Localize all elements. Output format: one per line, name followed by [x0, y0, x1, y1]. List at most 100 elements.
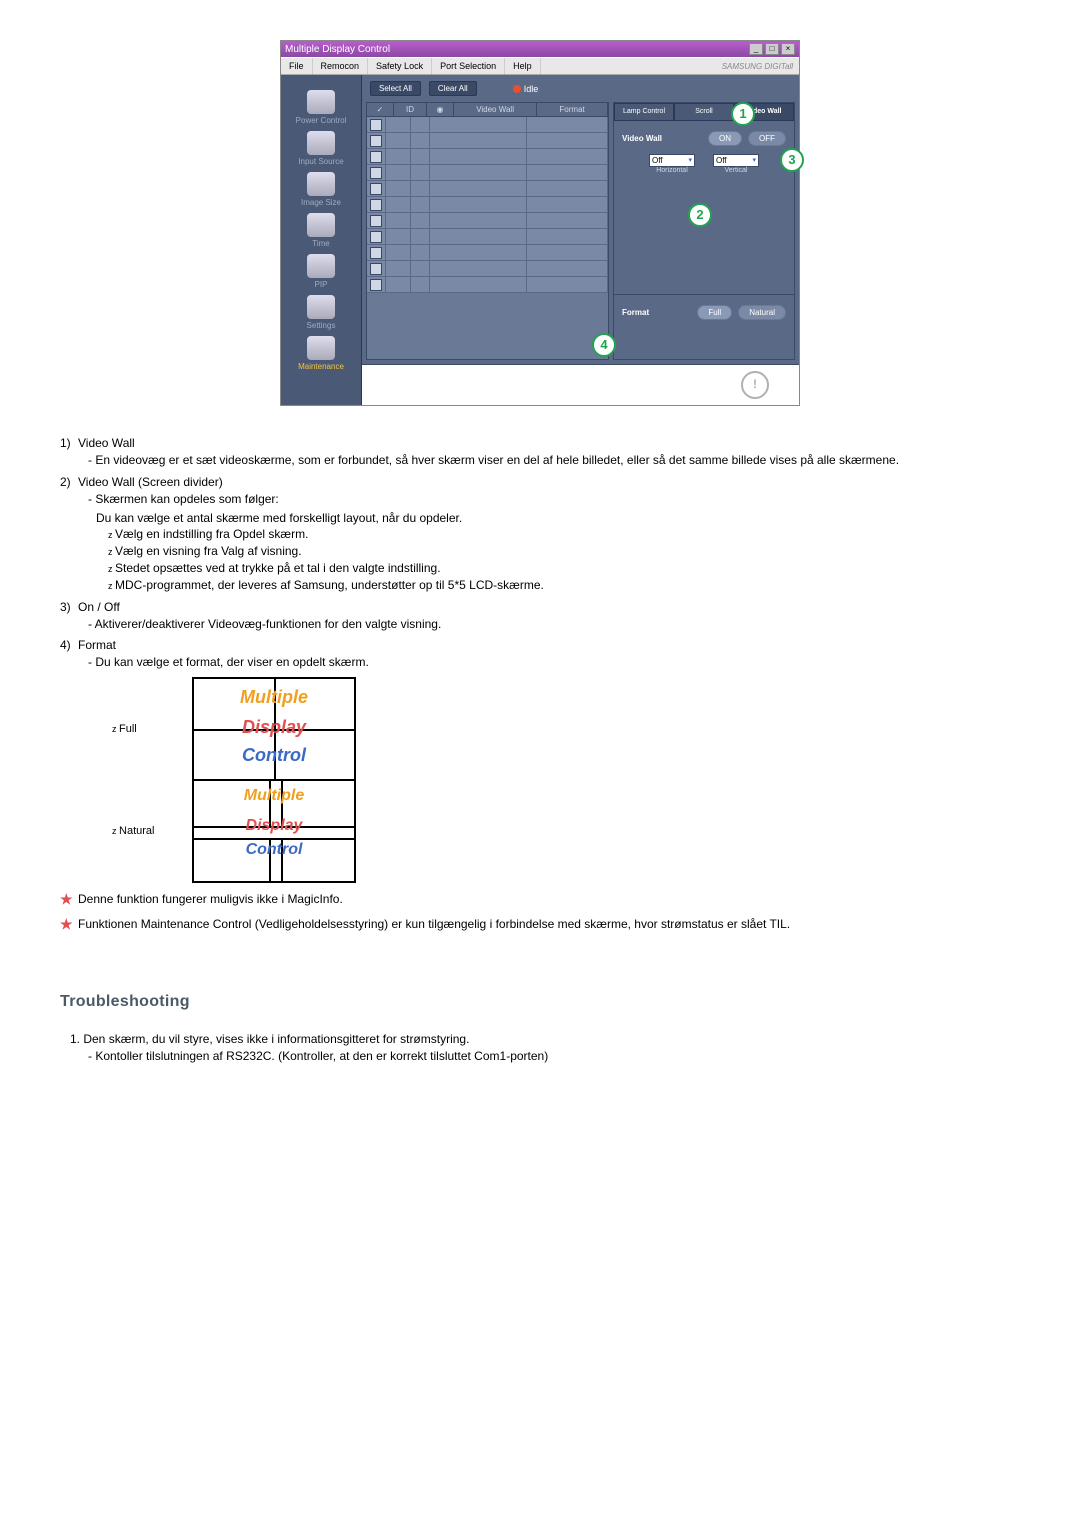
row-checkbox[interactable]	[370, 135, 382, 147]
row-checkbox[interactable]	[370, 263, 382, 275]
panel-tabs: Lamp Control Scroll Video Wall	[614, 103, 794, 121]
format-natural-label: Natural	[108, 780, 193, 882]
time-icon	[307, 213, 335, 237]
row-checkbox[interactable]	[370, 183, 382, 195]
item-2-z4: MDC-programmet, der leveres af Samsung, …	[108, 577, 1020, 594]
menubar: File Remocon Safety Lock Port Selection …	[281, 57, 799, 75]
minimize-icon[interactable]: _	[749, 43, 763, 55]
row-checkbox[interactable]	[370, 151, 382, 163]
col-checkbox[interactable]: ✓	[367, 103, 394, 116]
table-row[interactable]	[367, 165, 608, 181]
app-screenshot: Multiple Display Control _ □ × File Remo…	[280, 40, 800, 406]
item-3-title: On / Off	[78, 600, 120, 614]
star-icon: ★	[60, 916, 78, 933]
select-all-button[interactable]: Select All	[370, 81, 421, 96]
table-row[interactable]	[367, 229, 608, 245]
natural-button[interactable]: Natural	[738, 305, 786, 320]
status-bar: !	[362, 364, 799, 405]
row-checkbox[interactable]	[370, 199, 382, 211]
item-1-title: Video Wall	[78, 436, 135, 450]
format-label: Format	[622, 308, 649, 317]
item-2-title: Video Wall (Screen divider)	[78, 475, 223, 489]
menu-help[interactable]: Help	[505, 58, 541, 74]
col-id: ID	[394, 103, 427, 116]
horizontal-select[interactable]: Off	[649, 154, 695, 167]
clear-all-button[interactable]: Clear All	[429, 81, 477, 96]
tab-scroll[interactable]: Scroll	[674, 103, 734, 121]
maximize-icon[interactable]: □	[765, 43, 779, 55]
menus: File Remocon Safety Lock Port Selection …	[281, 58, 541, 74]
maintenance-icon	[307, 336, 335, 360]
item-2-z3: Stedet opsættes ved at trykke på et tal …	[108, 560, 1020, 577]
marker-1: 1	[731, 102, 755, 126]
table-row[interactable]	[367, 181, 608, 197]
vertical-select[interactable]: Off	[713, 154, 759, 167]
sidebar-item-power[interactable]: Power Control	[281, 90, 361, 125]
col-format: Format	[537, 103, 608, 116]
row-checkbox[interactable]	[370, 167, 382, 179]
table-row[interactable]	[367, 213, 608, 229]
info-icon[interactable]: !	[741, 371, 769, 399]
item-2-desc: - Skærmen kan opdeles som følger:	[88, 491, 1020, 508]
marker-3: 3	[780, 148, 804, 172]
table-row[interactable]	[367, 149, 608, 165]
menu-safety-lock[interactable]: Safety Lock	[368, 58, 432, 74]
item-1-desc: - En videovæg er et sæt videoskærme, som…	[88, 452, 1020, 469]
settings-icon	[307, 295, 335, 319]
menu-file[interactable]: File	[281, 58, 313, 74]
row-checkbox[interactable]	[370, 279, 382, 291]
item-2-z1: Vælg en indstilling fra Opdel skærm.	[108, 526, 1020, 543]
image-size-icon	[307, 172, 335, 196]
format-examples: Full Multiple Display Control Natural Mu…	[108, 677, 356, 883]
vertical-label: Vertical	[713, 167, 759, 174]
on-button[interactable]: ON	[708, 131, 742, 146]
documentation: 1)Video Wall - En videovæg er et sæt vid…	[60, 436, 1020, 1065]
window-title: Multiple Display Control	[285, 44, 390, 55]
ts-item-1-sub: - Kontoller tilslutningen af RS232C. (Ko…	[88, 1048, 1020, 1065]
tab-lamp-control[interactable]: Lamp Control	[614, 103, 674, 121]
sidebar-item-time[interactable]: Time	[281, 213, 361, 248]
settings-panel: Lamp Control Scroll Video Wall Video Wal…	[613, 102, 795, 360]
sidebar-item-image-size[interactable]: Image Size	[281, 172, 361, 207]
format-full-label: Full	[108, 678, 193, 780]
table-row[interactable]	[367, 133, 608, 149]
format-natural-image: Multiple Display Control	[194, 781, 354, 881]
display-grid: ✓ ID ◉ Video Wall Format	[366, 102, 609, 360]
table-row[interactable]	[367, 117, 608, 133]
full-button[interactable]: Full	[697, 305, 732, 320]
marker-4: 4	[592, 333, 616, 357]
item-3-desc: - Aktiverer/deaktiverer Videovæg-funktio…	[88, 616, 1020, 633]
menu-remocon[interactable]: Remocon	[313, 58, 369, 74]
main-area: Select All Clear All Idle ✓ ID ◉ Video W…	[362, 75, 799, 405]
sidebar-item-pip[interactable]: PIP	[281, 254, 361, 289]
item-2-desc2: Du kan vælge et antal skærme med forskel…	[96, 510, 1020, 527]
video-wall-label: Video Wall	[622, 134, 662, 143]
window-controls: _ □ ×	[749, 43, 795, 55]
col-signal: ◉	[427, 103, 454, 116]
menu-port-selection[interactable]: Port Selection	[432, 58, 505, 74]
format-full-image: Multiple Display Control	[194, 679, 354, 779]
item-2-z2: Vælg en visning fra Valg af visning.	[108, 543, 1020, 560]
input-icon	[307, 131, 335, 155]
ts-item-1: 1. Den skærm, du vil styre, vises ikke i…	[70, 1031, 1020, 1048]
app-window: Multiple Display Control _ □ × File Remo…	[280, 40, 800, 406]
row-checkbox[interactable]	[370, 247, 382, 259]
row-checkbox[interactable]	[370, 119, 382, 131]
off-button[interactable]: OFF	[748, 131, 786, 146]
sidebar-item-settings[interactable]: Settings	[281, 295, 361, 330]
power-icon	[307, 90, 335, 114]
item-4-title: Format	[78, 638, 116, 652]
table-row[interactable]	[367, 277, 608, 293]
table-row[interactable]	[367, 197, 608, 213]
table-row[interactable]	[367, 245, 608, 261]
sidebar-item-input[interactable]: Input Source	[281, 131, 361, 166]
row-checkbox[interactable]	[370, 215, 382, 227]
star-icon: ★	[60, 891, 78, 908]
titlebar: Multiple Display Control _ □ ×	[281, 41, 799, 57]
table-row[interactable]	[367, 261, 608, 277]
row-checkbox[interactable]	[370, 231, 382, 243]
col-video-wall: Video Wall	[454, 103, 537, 116]
close-icon[interactable]: ×	[781, 43, 795, 55]
app-body: Power Control Input Source Image Size Ti…	[281, 75, 799, 405]
sidebar-item-maintenance[interactable]: Maintenance	[281, 336, 361, 371]
